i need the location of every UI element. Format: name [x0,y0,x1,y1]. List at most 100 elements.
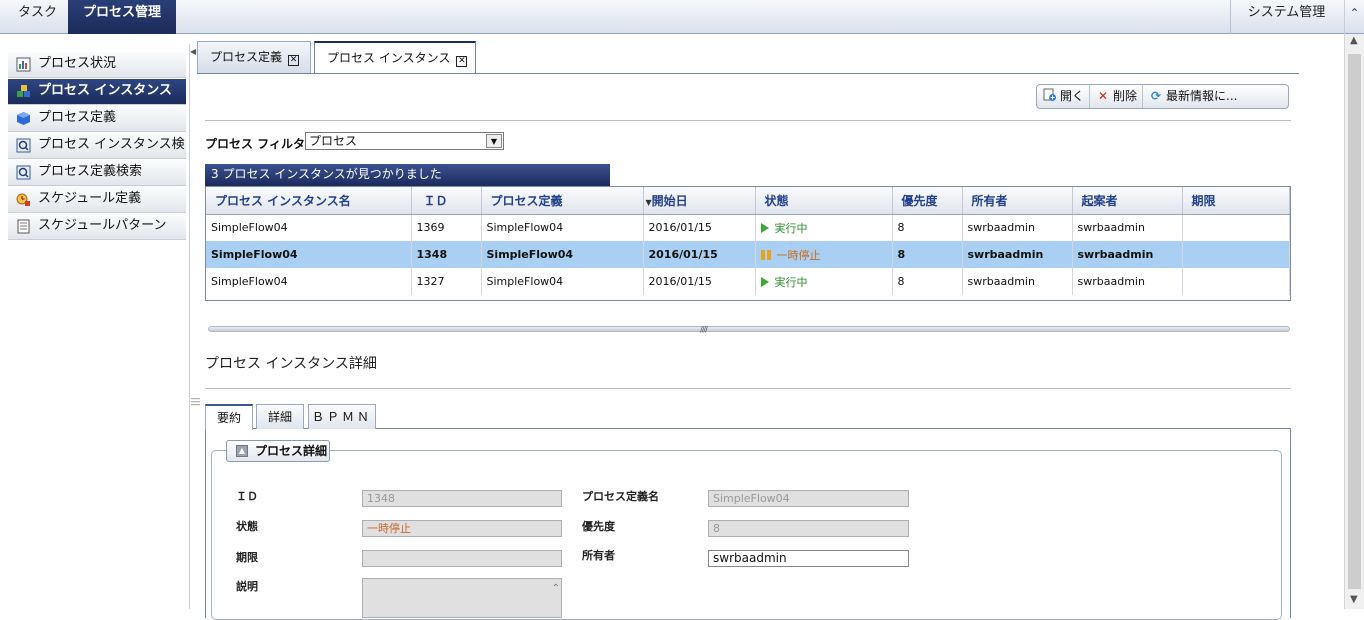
table-row[interactable]: SimpleFlow04 1369 SimpleFlow04 2016/01/1… [206,214,1290,241]
field-due [362,550,562,567]
tab-process-definition[interactable]: プロセス定義 ✕ [197,41,311,73]
results-count-banner: 3 プロセス インスタンスが見つかりました [205,164,610,186]
cell-id: 1348 [411,241,482,268]
cell-status: 一時停止 [755,241,893,268]
owner-input[interactable]: swrbaadmin [708,550,909,567]
delete-label: 削除 [1113,89,1138,103]
status-text: 一時停止 [776,248,821,262]
process-detail-toggle[interactable]: ▲ プロセス詳細 [226,440,330,462]
col-header-initiator[interactable]: 起案者 [1072,187,1183,215]
tab-process-instance[interactable]: プロセス インスタンス ✕ [314,41,476,74]
open-icon [1043,88,1056,101]
vertical-scrollbar[interactable]: ▲ ▼ [1344,34,1364,609]
cell-start: 2016/01/15 [643,241,756,268]
table-row[interactable]: SimpleFlow04 1327 SimpleFlow04 2016/01/1… [206,268,1290,295]
process-status-icon [16,57,31,72]
refresh-label: 最新情報に... [1166,89,1238,103]
chevron-up-icon[interactable]: ⌃ [1344,0,1364,34]
sidebar-item-label: プロセス インスタンス検... [38,137,186,152]
col-header-instance-name[interactable]: プロセス インスタンス名 [206,187,412,215]
sidebar-item-process-status[interactable]: プロセス状況 [8,52,186,78]
sidebar-item-process-definition[interactable]: プロセス定義 [8,106,186,132]
table-row-selected[interactable]: SimpleFlow04 1348 SimpleFlow04 2016/01/1… [206,241,1290,268]
pause-icon [760,249,771,260]
field-priority: 8 [708,520,909,537]
cell-definition: SimpleFlow04 [481,214,644,241]
splitter-grip-icon[interactable]: //// [700,325,708,334]
label-id: ＩＤ [236,490,258,503]
scroll-down-icon[interactable]: ▼ [1350,594,1358,605]
cell-initiator: swrbaadmin [1072,241,1183,268]
field-status: 一時停止 [362,520,562,537]
field-definition-name: SimpleFlow04 [708,490,909,507]
table-header-row: プロセス インスタンス名 ＩＤ プロセス定義 ▼開始日 状態 優先度 所有者 起… [206,187,1290,215]
col-header-definition[interactable]: プロセス定義 [481,187,644,215]
instance-table: プロセス インスタンス名 ＩＤ プロセス定義 ▼開始日 状態 優先度 所有者 起… [205,186,1291,301]
label-description: 説明 [236,580,258,593]
col-header-id[interactable]: ＩＤ [411,187,482,215]
label-priority: 優先度 [582,520,615,533]
tab-bpmn[interactable]: ＢＰＭＮ [308,404,376,429]
detail-section-title: プロセス インスタンス詳細 [205,356,377,372]
sidebar-item-label: スケジュール定義 [38,191,142,206]
chevron-up-icon[interactable]: ⌃ [552,581,560,596]
scroll-up-icon[interactable]: ▲ [1350,35,1358,46]
sidebar-item-schedule-definition[interactable]: スケジュール定義 [8,187,186,213]
schedule-pattern-icon [17,219,30,234]
process-filter-value: プロセス [309,134,358,148]
cell-due [1182,214,1290,241]
nav-tab-process-management[interactable]: プロセス管理 [68,0,176,34]
close-icon[interactable]: ✕ [456,56,468,67]
col-header-start-date[interactable]: ▼開始日 [643,187,756,215]
cell-start: 2016/01/15 [643,214,756,241]
sidebar-item-process-instance[interactable]: プロセス インスタンス [8,79,186,105]
sidebar-item-schedule-pattern[interactable]: スケジュールパターン [8,214,186,240]
refresh-button[interactable]: ⟳ 最新情報に... [1143,85,1242,108]
sidebar-item-label: プロセス定義 [38,110,117,125]
chevron-down-icon[interactable]: ▼ [486,134,502,148]
sidebar-splitter[interactable] [189,44,195,609]
collapse-left-icon[interactable]: ◀ [190,47,196,56]
process-filter-label: プロセス フィルタ: [205,137,310,151]
tab-details[interactable]: 詳細 [256,404,304,429]
label-due: 期限 [236,551,258,564]
sidebar-item-label: プロセス定義検索 [38,164,143,179]
cell-priority: 8 [892,241,963,268]
cell-id: 1327 [411,268,482,295]
cell-initiator: swrbaadmin [1072,268,1183,295]
running-icon [760,276,769,287]
col-header-owner[interactable]: 所有者 [962,187,1073,215]
cell-owner: swrbaadmin [962,241,1073,268]
nav-tab-task[interactable]: タスク [8,0,67,34]
cell-name: SimpleFlow04 [206,214,412,241]
nav-tab-system-management[interactable]: システム管理 [1230,0,1342,34]
col-header-due[interactable]: 期限 [1182,187,1290,215]
cell-definition: SimpleFlow04 [481,268,644,295]
instance-search-icon [16,138,31,153]
refresh-icon: ⟳ [1151,89,1162,103]
splitter-grip-icon[interactable]: ― ― ― [191,395,200,410]
sidebar-item-label: プロセス状況 [38,56,117,71]
horizontal-splitter[interactable] [208,326,1290,332]
collapse-up-icon: ▲ [236,445,248,457]
close-icon[interactable]: ✕ [288,55,300,66]
cell-status: 実行中 [755,268,893,295]
open-label: 開く [1060,89,1085,103]
sidebar-item-instance-search[interactable]: プロセス インスタンス検... [8,133,186,159]
cell-priority: 8 [892,268,963,295]
sidebar-item-definition-search[interactable]: プロセス定義検索 [8,160,186,186]
tab-summary[interactable]: 要約 [205,404,253,430]
process-filter-select[interactable]: プロセス ▼ [305,132,504,150]
delete-button[interactable]: ✕ 削除 [1090,85,1144,108]
running-icon [760,222,769,233]
field-id: 1348 [362,490,562,507]
cell-priority: 8 [892,214,963,241]
cell-initiator: swrbaadmin [1072,214,1183,241]
action-toolbar: 開く ✕ 削除 ⟳ 最新情報に... [1036,84,1289,109]
col-header-status[interactable]: 状態 [755,187,893,215]
scrollbar-thumb[interactable] [1348,54,1361,589]
col-header-priority[interactable]: 優先度 [892,187,963,215]
open-button[interactable]: 開く [1037,85,1091,108]
tab-underline [197,73,1299,74]
tab-label: プロセス インスタンス [327,51,451,65]
